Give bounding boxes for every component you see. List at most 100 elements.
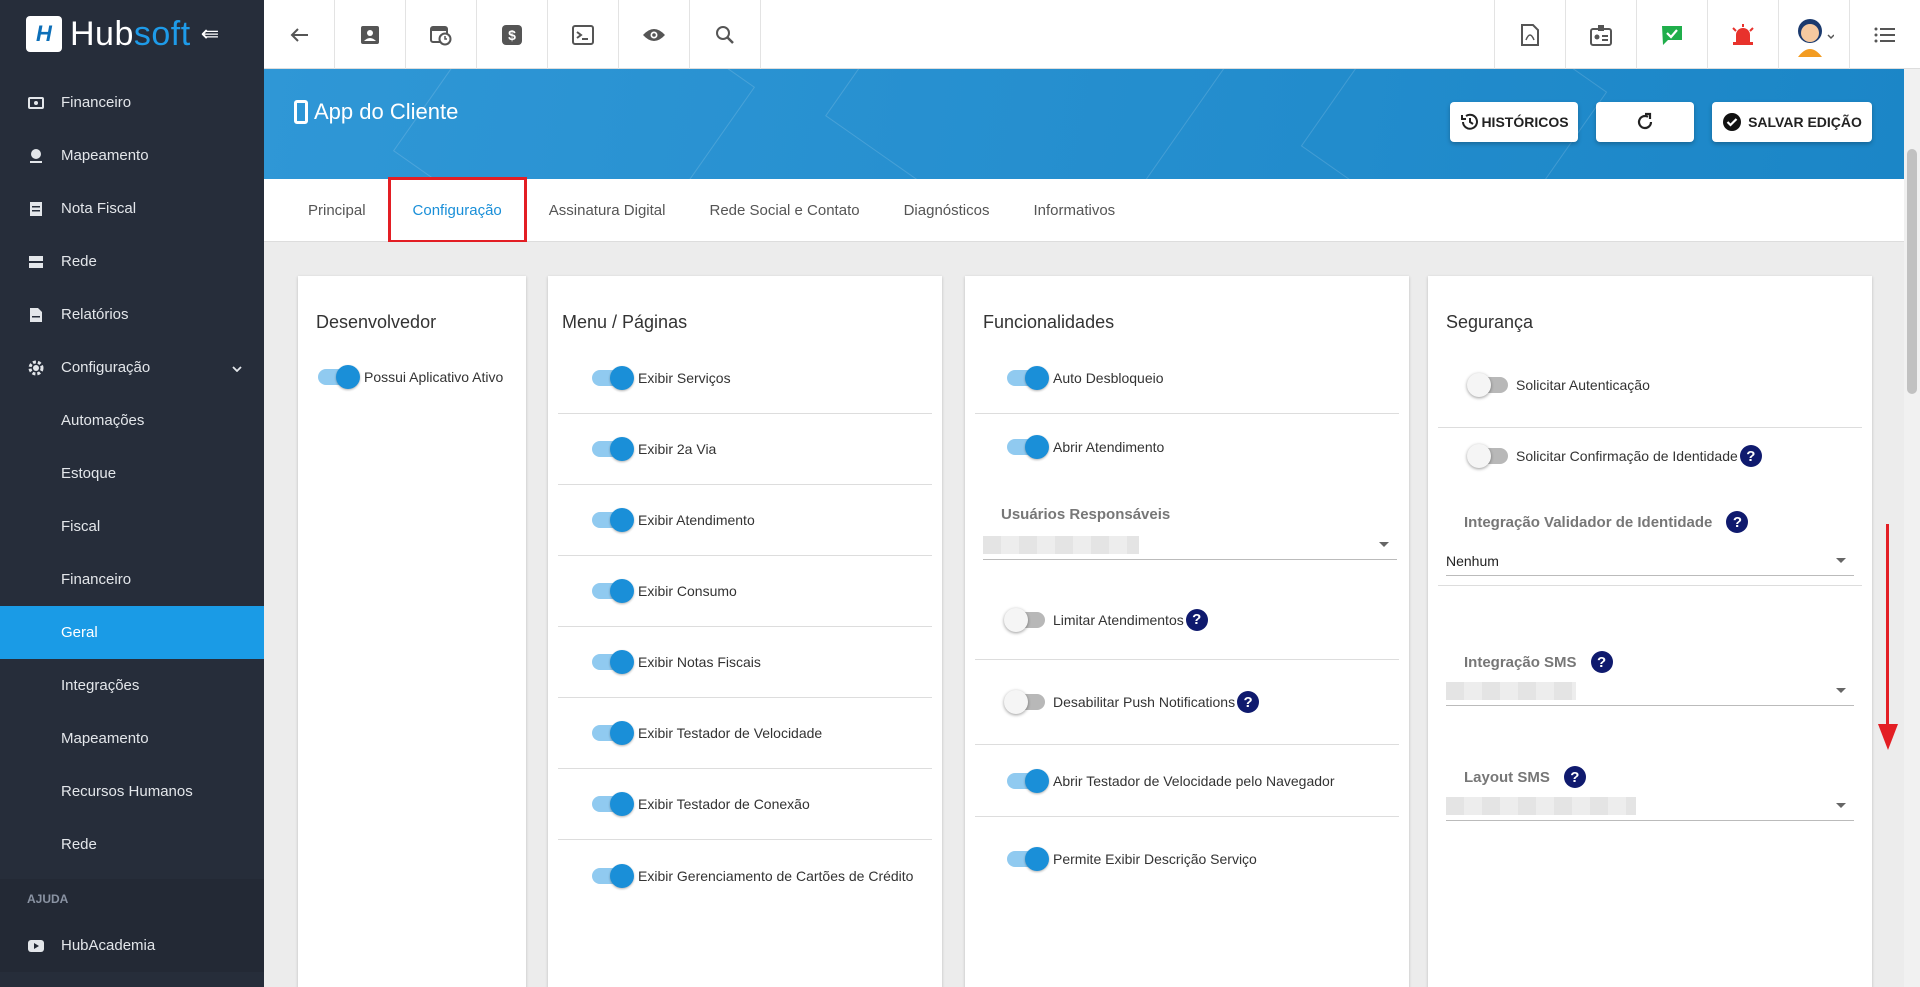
red-arrow-head [1878,724,1898,750]
tab-principal[interactable]: Principal [286,179,388,242]
check-circle-icon [1723,113,1742,131]
brand[interactable]: H Hubsoft ⇚ [0,0,264,68]
top-toolbar: $ [264,0,1920,69]
tab-informativos[interactable]: Informativos [1011,179,1137,242]
toggle-testador-navegador[interactable] [1007,768,1049,793]
phone-icon [294,100,308,124]
toggle-row-aplicativo-ativo: Possui Aplicativo Ativo [318,362,516,392]
toggle-row-push-notifications: Desabilitar Push Notifications? [975,660,1399,745]
help-icon[interactable]: ? [1237,691,1260,713]
refresh-icon [1637,112,1653,130]
pdf-icon[interactable] [1494,0,1565,69]
brand-name: Hubsoft [70,14,191,53]
list-menu-icon[interactable] [1849,0,1920,69]
toggle-exibir-2a-via[interactable] [592,437,634,461]
card-desenvolvedor: Desenvolvedor Possui Aplicativo Ativo [298,276,526,987]
toggle-row-descricao-servico: Permite Exibir Descrição Serviço [975,823,1399,895]
toggle-limitar-atendimentos[interactable] [1004,607,1045,632]
toggle-exibir-testador-velocidade[interactable] [592,721,634,745]
scrollbar-thumb[interactable] [1907,149,1917,394]
toggle-auto-desbloqueio[interactable] [1007,365,1049,390]
toggle-row-solicitar-autenticacao: Solicitar Autenticação [1438,342,1862,428]
chat-check-icon[interactable] [1636,0,1707,69]
sidebar-sub-recursos-humanos[interactable]: Recursos Humanos [0,765,264,818]
help-icon[interactable]: ? [1185,608,1208,631]
help-icon[interactable]: ? [1563,766,1586,788]
toggle-row-exibir-servicos: Exibir Serviços [558,342,932,414]
toggle-row-abrir-atendimento: Abrir Atendimento [975,422,1399,472]
sidebar-sub-financeiro[interactable]: Financeiro [0,553,264,606]
sidebar-item-rede[interactable]: Rede [0,235,264,288]
help-icon[interactable]: ? [1726,511,1749,533]
sidebar-item-nota-fiscal[interactable]: Nota Fiscal [0,182,264,235]
sidebar-item-configuracao[interactable]: Configuração [0,341,264,394]
badge-icon[interactable] [1565,0,1636,69]
sidebar-section-ajuda: AJUDA [0,879,264,919]
alarm-icon[interactable] [1707,0,1778,69]
toggle-solicitar-autenticacao[interactable] [1467,372,1508,397]
sidebar-sub-fiscal[interactable]: Fiscal [0,500,264,553]
card-title: Desenvolvedor [316,312,437,332]
calendar-clock-icon[interactable] [406,0,477,69]
toggle-row-exibir-atendimento: Exibir Atendimento [558,485,932,556]
toggle-row-confirmacao-identidade: Solicitar Confirmação de Identidade? [1438,436,1862,476]
help-icon[interactable]: ? [1590,651,1613,673]
validador-identidade-label: Integração Validador de Identidade? [1464,511,1749,533]
svg-text:$: $ [508,27,516,43]
collapse-menu-icon[interactable]: ⇚ [201,21,219,47]
history-icon [1461,113,1479,130]
page-title: App do Cliente [294,99,458,125]
card-title: Funcionalidades [983,312,1115,332]
validador-identidade-select[interactable]: Nenhum [1446,546,1854,576]
toggle-exibir-notas-fiscais[interactable] [592,650,634,674]
historicos-button[interactable]: HISTÓRICOS [1450,102,1578,142]
sidebar-item-financeiro[interactable]: Financeiro [0,76,264,129]
toggle-exibir-consumo[interactable] [592,579,634,603]
money-icon [28,95,44,111]
sidebar-sub-geral[interactable]: Geral [0,606,264,659]
gear-icon [28,360,44,376]
sidebar-sub-automacoes[interactable]: Automações [0,394,264,447]
toggle-confirmacao-identidade[interactable] [1467,444,1508,468]
toggle-row-exibir-testador-velocidade: Exibir Testador de Velocidade [558,698,932,769]
toggle-row-limitar-atendimentos: Limitar Atendimentos? [975,580,1399,660]
toggle-descricao-servico[interactable] [1007,847,1049,871]
sidebar-item-mapeamento[interactable]: Mapeamento [0,129,264,182]
sidebar-sub-rede[interactable]: Rede [0,818,264,871]
layout-sms-select[interactable] [1446,791,1854,821]
toggle-row-exibir-cartoes: Exibir Gerenciamento de Cartões de Crédi… [558,840,932,911]
toggle-exibir-servicos[interactable] [592,365,634,390]
search-icon[interactable] [690,0,761,69]
refresh-button[interactable] [1596,102,1694,142]
sidebar-sub-estoque[interactable]: Estoque [0,447,264,500]
sidebar-item-hubacademia[interactable]: HubAcademia [0,919,264,972]
divider [1438,576,1862,586]
toggle-exibir-atendimento[interactable] [592,508,634,532]
toggle-aplicativo-ativo[interactable] [318,365,360,389]
sidebar-sub-integracoes[interactable]: Integrações [0,659,264,712]
toggle-exibir-testador-conexao[interactable] [592,792,634,816]
toggle-abrir-atendimento[interactable] [1007,435,1049,459]
back-arrow-icon[interactable] [264,0,335,69]
dollar-icon[interactable]: $ [477,0,548,69]
scrollbar[interactable] [1904,69,1920,987]
card-funcionalidades: Funcionalidades Auto Desbloqueio Abrir A… [965,276,1409,987]
caret-down-icon [1836,688,1846,693]
help-icon[interactable]: ? [1739,445,1762,467]
toggle-push-notifications[interactable] [1004,690,1045,714]
sidebar-item-relatorios[interactable]: Relatórios [0,288,264,341]
integracao-sms-select[interactable] [1446,676,1854,706]
eye-icon[interactable] [619,0,690,69]
terminal-icon[interactable] [548,0,619,69]
toggle-exibir-cartoes[interactable] [592,863,634,888]
tab-diagnosticos[interactable]: Diagnósticos [882,179,1012,242]
tab-rede-social-contato[interactable]: Rede Social e Contato [687,179,881,242]
salvar-edicao-button[interactable]: SALVAR EDIÇÃO [1712,102,1872,142]
avatar[interactable] [1778,0,1849,69]
usuarios-responsaveis-select[interactable] [983,530,1397,560]
sidebar-sub-mapeamento[interactable]: Mapeamento [0,712,264,765]
tab-assinatura-digital[interactable]: Assinatura Digital [527,179,688,242]
card-menu-paginas: Menu / Páginas Exibir Serviços Exibir 2a… [548,276,942,987]
tab-configuracao[interactable]: Configuração [387,177,527,243]
contact-card-icon[interactable] [335,0,406,69]
